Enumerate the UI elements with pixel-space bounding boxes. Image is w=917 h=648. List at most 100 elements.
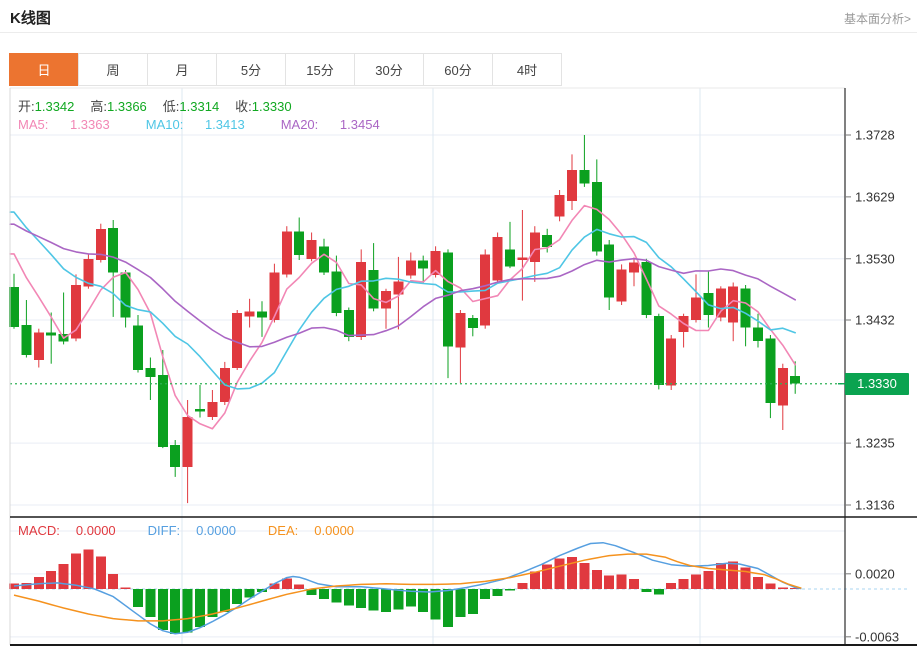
- candle-body: [245, 311, 255, 316]
- candle-body: [741, 289, 751, 328]
- macd-bar-negative: [145, 589, 155, 617]
- tab-month[interactable]: 月: [147, 53, 217, 86]
- macd-bar-positive: [59, 564, 69, 589]
- candle-body: [121, 273, 131, 318]
- candle-body: [629, 263, 639, 273]
- candle-body: [604, 244, 614, 297]
- candle-body: [579, 170, 589, 184]
- candle-body: [356, 262, 366, 337]
- tab-60min[interactable]: 60分: [423, 53, 493, 86]
- macd-bar-positive: [108, 574, 118, 589]
- candle-body: [183, 417, 193, 467]
- macd-bar-positive: [579, 563, 589, 589]
- macd-bar-negative: [493, 589, 503, 596]
- candle-body: [455, 313, 465, 347]
- candlestick-series[interactable]: [9, 135, 800, 503]
- candle-body: [555, 195, 565, 216]
- macd-bar-positive: [778, 588, 788, 590]
- macd-bar-negative: [220, 589, 230, 612]
- candle-body: [517, 258, 527, 261]
- macd-bar-negative: [158, 589, 168, 630]
- candle-body: [307, 240, 317, 259]
- macd-bar-negative: [133, 589, 143, 607]
- macd-bar-negative: [505, 589, 515, 591]
- candle-body: [765, 339, 775, 403]
- macd-bar-positive: [617, 575, 627, 589]
- macd-bar-negative: [331, 589, 341, 603]
- candle-body: [617, 269, 627, 301]
- candle-body: [691, 298, 701, 321]
- macd-bar-negative: [443, 589, 453, 627]
- tab-week[interactable]: 周: [78, 53, 148, 86]
- macd-bar-negative: [356, 589, 366, 608]
- candle-body: [369, 270, 379, 309]
- macd-bar-positive: [753, 577, 763, 589]
- candle-body: [778, 368, 788, 406]
- macd-bar-negative: [654, 589, 664, 594]
- candle-body: [666, 339, 676, 386]
- macd-bar-negative: [183, 589, 193, 632]
- candle-body: [530, 233, 540, 262]
- candle-body: [21, 325, 31, 355]
- macd-bar-negative: [344, 589, 354, 606]
- candle-body: [282, 231, 292, 274]
- macd-bar-positive: [517, 583, 527, 589]
- macd-bar-negative: [170, 589, 180, 634]
- macd-bar-negative: [455, 589, 465, 617]
- macd-bar-positive: [703, 571, 713, 589]
- macd-bar-positive: [592, 570, 602, 589]
- candle-body: [344, 310, 354, 337]
- macd-bar-positive: [691, 575, 701, 589]
- tab-4hour[interactable]: 4时: [492, 53, 562, 86]
- candle-body: [418, 261, 428, 269]
- candle-body: [505, 249, 515, 266]
- candle-body: [567, 170, 577, 201]
- candle-body: [443, 253, 453, 347]
- candle-body: [790, 376, 800, 384]
- candle-body: [145, 368, 155, 377]
- macd-histogram[interactable]: [9, 550, 800, 634]
- macd-bar-positive: [46, 571, 56, 589]
- tab-day[interactable]: 日: [9, 53, 79, 86]
- macd-bar-positive: [530, 572, 540, 590]
- macd-bar-positive: [716, 563, 726, 589]
- candle-body: [269, 273, 279, 321]
- macd-bar-negative: [393, 589, 403, 610]
- macd-bar-negative: [468, 589, 478, 614]
- candle-body: [133, 326, 143, 370]
- macd-bar-positive: [555, 559, 565, 589]
- macd-bar-negative: [641, 589, 651, 592]
- candle-body: [46, 333, 56, 336]
- candle-body: [319, 246, 329, 272]
- candle-body: [716, 289, 726, 318]
- tab-30min[interactable]: 30分: [354, 53, 424, 86]
- macd-bar-negative: [195, 589, 205, 627]
- macd-bar-positive: [666, 583, 676, 589]
- candle-body: [257, 311, 267, 317]
- candle-body: [468, 318, 478, 328]
- candle-body: [170, 445, 180, 467]
- candle-body: [195, 409, 205, 412]
- tab-15min[interactable]: 15分: [285, 53, 355, 86]
- macd-bar-positive: [83, 550, 93, 590]
- tab-5min[interactable]: 5分: [216, 53, 286, 86]
- macd-bar-negative: [480, 589, 490, 599]
- macd-bar-negative: [381, 589, 391, 612]
- candle-body: [406, 261, 416, 276]
- candle-body: [158, 375, 168, 447]
- candle-body: [34, 333, 44, 361]
- candle-body: [753, 328, 763, 342]
- macd-bar-positive: [629, 579, 639, 589]
- macd-bar-positive: [71, 553, 81, 589]
- candle-body: [654, 316, 664, 385]
- macd-bar-positive: [604, 575, 614, 589]
- macd-bar-negative: [431, 589, 441, 619]
- kline-chart-canvas[interactable]: [0, 0, 917, 648]
- macd-bar-positive: [96, 556, 106, 589]
- macd-bar-positive: [728, 562, 738, 589]
- macd-bar-positive: [679, 579, 689, 589]
- macd-bar-negative: [319, 589, 329, 599]
- candle-body: [493, 237, 503, 281]
- macd-bar-positive: [121, 588, 131, 590]
- candle-body: [207, 402, 217, 417]
